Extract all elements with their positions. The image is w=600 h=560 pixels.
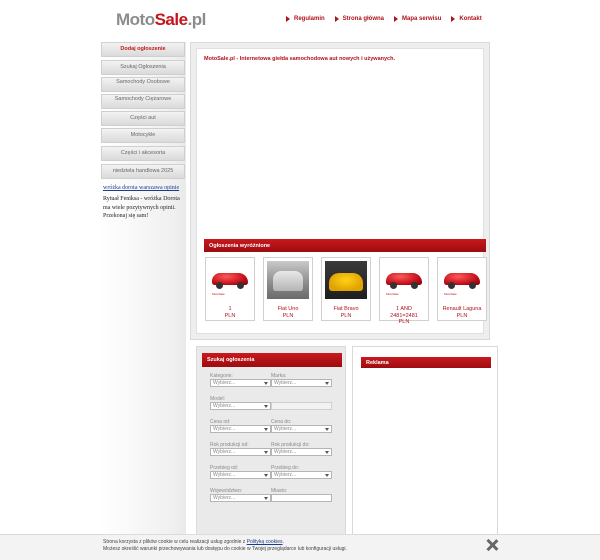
chevron-down-icon <box>325 427 329 431</box>
listing-card[interactable]: MotoSale Renault Laguna PLN <box>437 257 487 321</box>
chevron-down-icon <box>325 473 329 477</box>
model-select[interactable]: Wybierz... <box>210 402 271 410</box>
triangle-right-icon <box>286 16 290 22</box>
site-intro-text: MotoSale.pl - Internetowa giełda samocho… <box>204 56 396 62</box>
city-input[interactable] <box>271 494 332 502</box>
year-to-select[interactable]: Wybierz... <box>271 448 332 456</box>
listing-price: PLN <box>398 319 410 325</box>
menu-parts-accessories[interactable]: Części i akcesoria <box>101 146 185 161</box>
menu-passenger-cars[interactable]: Samochody Osobowe <box>101 77 185 92</box>
cookie-policy-link[interactable]: Polityką cookies <box>247 539 283 545</box>
category-select[interactable]: Wybierz... <box>210 379 271 387</box>
listing-thumbnail <box>325 261 367 299</box>
price-to-select[interactable]: Wybierz... <box>271 425 332 433</box>
nav-regulamin[interactable]: Regulamin <box>286 16 325 22</box>
listing-card[interactable]: MotoSale 1 AND 2481=2481 PLN <box>379 257 429 325</box>
featured-header: Ogłoszenia wyróżnione <box>204 239 486 252</box>
make-select[interactable]: Wybierz... <box>271 379 332 387</box>
chevron-down-icon <box>325 450 329 454</box>
close-icon[interactable] <box>485 538 499 552</box>
year-from-select[interactable]: Wybierz... <box>210 448 271 456</box>
listing-thumbnail: MotoSale <box>383 261 425 299</box>
listing-price: PLN <box>224 312 236 319</box>
listing-price: PLN <box>282 312 294 319</box>
listing-thumbnail: MotoSale <box>441 261 483 299</box>
search-header: Szukaj ogłoszenia <box>202 353 342 367</box>
model-extra-input[interactable] <box>271 402 332 410</box>
triangle-right-icon <box>451 16 456 22</box>
listing-card[interactable]: Fiat Uno PLN <box>263 257 313 321</box>
main-content-panel: MotoSale.pl - Internetowa giełda samocho… <box>190 42 490 340</box>
nav-kontakt[interactable]: Kontakt <box>451 16 482 22</box>
listing-thumbnail <box>267 261 309 299</box>
search-panel: Szukaj ogłoszenia Kategorie: Wybierz... M… <box>196 346 346 536</box>
logo-sale: Sale <box>154 10 188 29</box>
listing-title: Renault Laguna <box>442 306 482 312</box>
listing-price: PLN <box>456 312 468 319</box>
advertisement-panel: Reklama <box>352 346 498 536</box>
chevron-down-icon <box>264 496 268 500</box>
advertisement-header: Reklama <box>361 357 491 368</box>
nav-mapa-serwisu[interactable]: Mapa serwisu <box>394 16 441 22</box>
listing-title: 1 AND 2481=2481 <box>390 306 418 319</box>
cookie-consent-bar: Strona korzysta z plików cookie w celu r… <box>0 534 600 560</box>
chevron-down-icon <box>264 450 268 454</box>
menu-search-listings[interactable]: Szukaj Ogłoszenia <box>101 60 185 75</box>
left-sidebar: Dodaj ogłoszenie Szukaj Ogłoszenia Samoc… <box>100 42 186 542</box>
triangle-right-icon <box>334 16 339 22</box>
chevron-down-icon <box>264 473 268 477</box>
price-from-select[interactable]: Wybierz... <box>210 425 271 433</box>
main-content-inner: MotoSale.pl - Internetowa giełda samocho… <box>196 48 487 334</box>
triangle-right-icon <box>394 16 399 22</box>
menu-car-parts[interactable]: Części aut <box>101 111 185 126</box>
mileage-from-select[interactable]: Wybierz... <box>210 471 271 479</box>
chevron-down-icon <box>264 404 268 408</box>
logo-tld: .pl <box>187 10 207 29</box>
logo-moto: Moto <box>116 10 155 29</box>
listing-card[interactable]: Fiat Bravo PLN <box>321 257 371 321</box>
chevron-down-icon <box>264 381 268 385</box>
featured-listings: MotoSale 1 PLN Fiat Uno PLN Fiat Bravo PLN … <box>205 257 487 325</box>
top-navigation: Regulamin Strona główna Mapa serwisu Kon… <box>286 16 482 22</box>
nav-strona-glowna[interactable]: Strona główna <box>334 16 384 22</box>
mileage-to-select[interactable]: Wybierz... <box>271 471 332 479</box>
menu-sunday-trading[interactable]: niedziela handlowa 2025 <box>101 164 185 179</box>
chevron-down-icon <box>325 381 329 385</box>
listing-thumbnail: MotoSale <box>209 261 251 299</box>
voivodeship-select[interactable]: Wybierz... <box>210 494 271 502</box>
sidebar-promo-link[interactable]: wróżka dorota warszawa opinie <box>103 185 186 191</box>
menu-motorcycles[interactable]: Motocykle <box>101 128 185 143</box>
menu-trucks[interactable]: Samochody Ciężarowe <box>101 94 185 109</box>
site-logo[interactable]: MotoSale.pl <box>116 10 206 30</box>
cookie-notice-text: Strona korzysta z plików cookie w celu r… <box>103 539 347 552</box>
sidebar-promo-text: Rytuał Feniksa - wróżka Dorota ma wiele … <box>103 196 180 219</box>
listing-price: PLN <box>340 312 352 319</box>
menu-add-listing[interactable]: Dodaj ogłoszenie <box>101 42 185 57</box>
listing-card[interactable]: MotoSale 1 PLN <box>205 257 255 321</box>
chevron-down-icon <box>264 427 268 431</box>
